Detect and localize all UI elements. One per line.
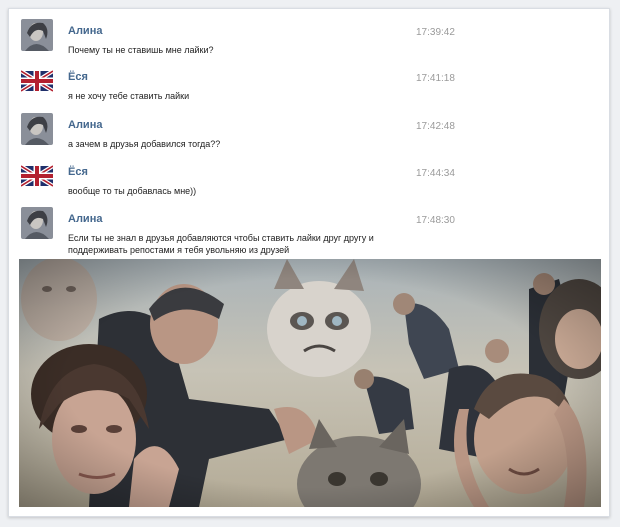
meme-collage-image [19,259,601,507]
author-name[interactable]: Алина [68,213,102,225]
message-time: 17:39:42 [416,27,455,38]
uk-flag-icon [21,69,53,93]
message-text: Если ты не знал в друзья добавляются что… [68,233,374,255]
message-text: а зачем в друзья добавился тогда?? [68,139,221,149]
avatar[interactable] [21,19,53,51]
message-text: вообще то ты добавлась мне)) [68,186,197,196]
avatar[interactable] [21,207,53,239]
dialog-window: Алина 17:39:42 Почему ты не ставишь мне … [8,8,610,517]
author-name[interactable]: Алина [68,119,102,131]
message-item: Ёся 17:41:18 я не хочу тебе ставить лайк… [21,65,599,111]
message-item: Алина 17:39:42 Почему ты не ставишь мне … [21,19,599,65]
message-text: я не хочу тебе ставить лайки [68,91,190,101]
message-time: 17:48:30 [416,215,455,226]
avatar[interactable] [21,113,53,145]
message-time: 17:41:18 [416,73,455,84]
message-time: 17:44:34 [416,168,455,179]
author-name[interactable]: Алина [68,25,102,37]
message-item: Алина 17:42:48 а зачем в друзья добавилс… [21,113,599,159]
avatar[interactable] [21,160,53,192]
author-name[interactable]: Ёся [68,71,88,83]
message-item: Алина 17:48:30 Если ты не знал в друзья … [21,207,599,259]
author-name[interactable]: Ёся [68,166,88,178]
uk-flag-icon [21,164,53,188]
avatar[interactable] [21,65,53,97]
message-item: Ёся 17:44:34 вообще то ты добавлась мне)… [21,160,599,206]
message-text: Почему ты не ставишь мне лайки? [68,45,214,55]
message-time: 17:42:48 [416,121,455,132]
